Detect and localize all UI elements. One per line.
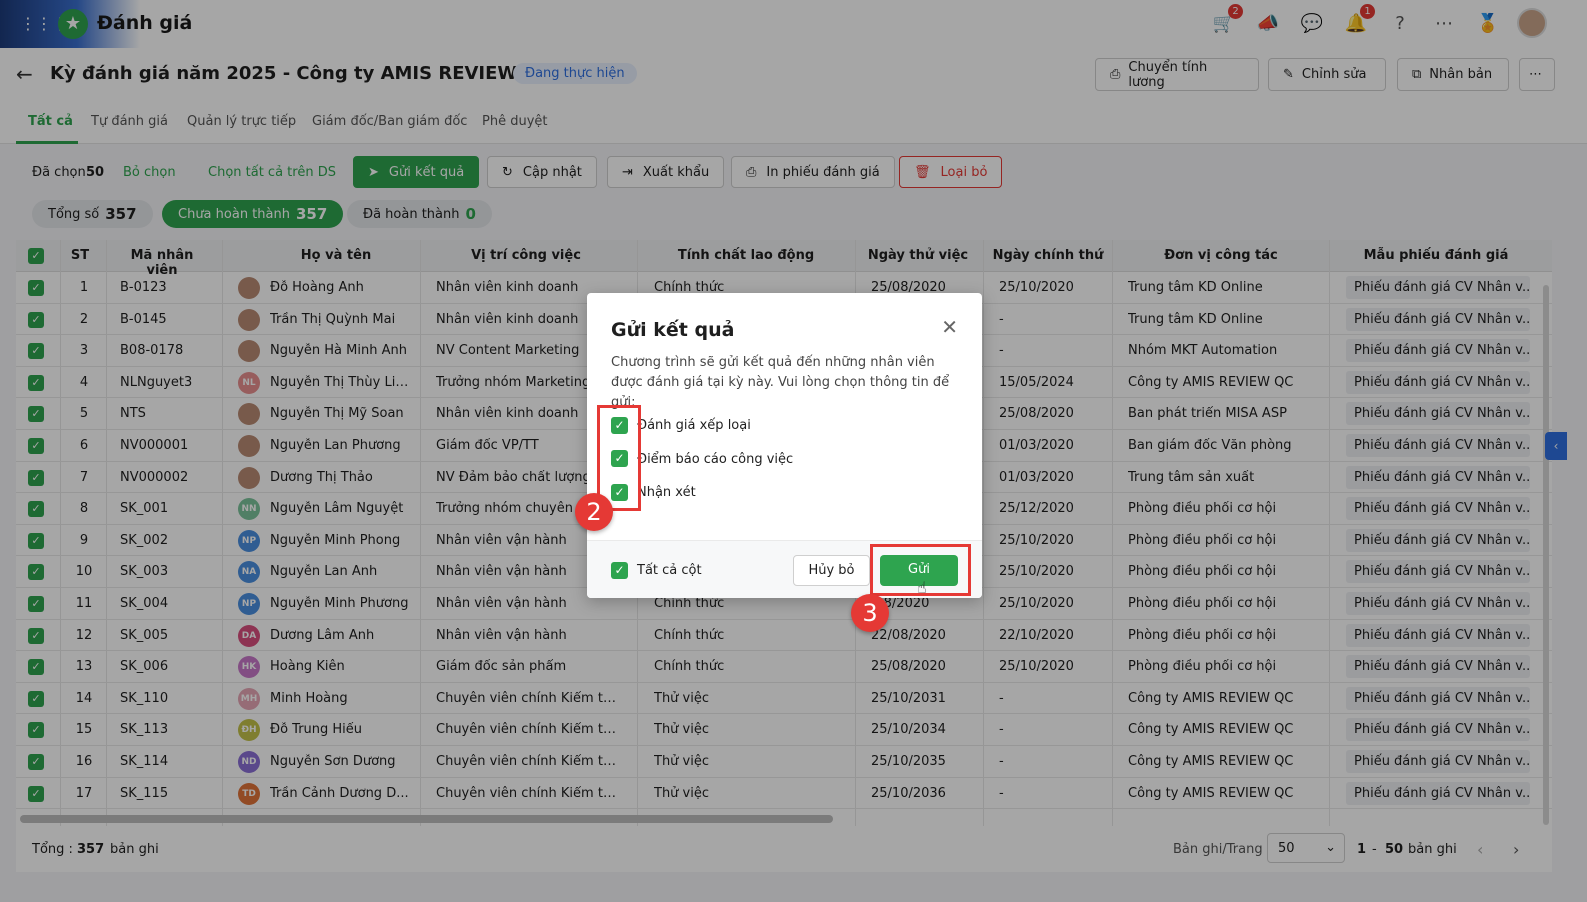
- hand-cursor-icon: ☝: [917, 578, 927, 597]
- cancel-button[interactable]: Hủy bỏ: [793, 555, 870, 586]
- all-columns-label: Tất cả cột: [637, 563, 702, 578]
- step-3-marker: 3: [851, 594, 889, 632]
- option-report-score-label: Điểm báo cáo công việc: [637, 452, 794, 467]
- step-2-marker: 2: [575, 493, 613, 531]
- dialog-description: Chương trình sẽ gửi kết quả đến những nh…: [611, 355, 950, 410]
- option-rating-label: Đánh giá xếp loại: [637, 418, 751, 433]
- all-columns-checkbox[interactable]: ✓: [611, 562, 628, 579]
- dialog-title: Gửi kết quả: [611, 319, 735, 341]
- option-comment-label: Nhận xét: [637, 485, 696, 500]
- close-icon[interactable]: ✕: [941, 315, 958, 339]
